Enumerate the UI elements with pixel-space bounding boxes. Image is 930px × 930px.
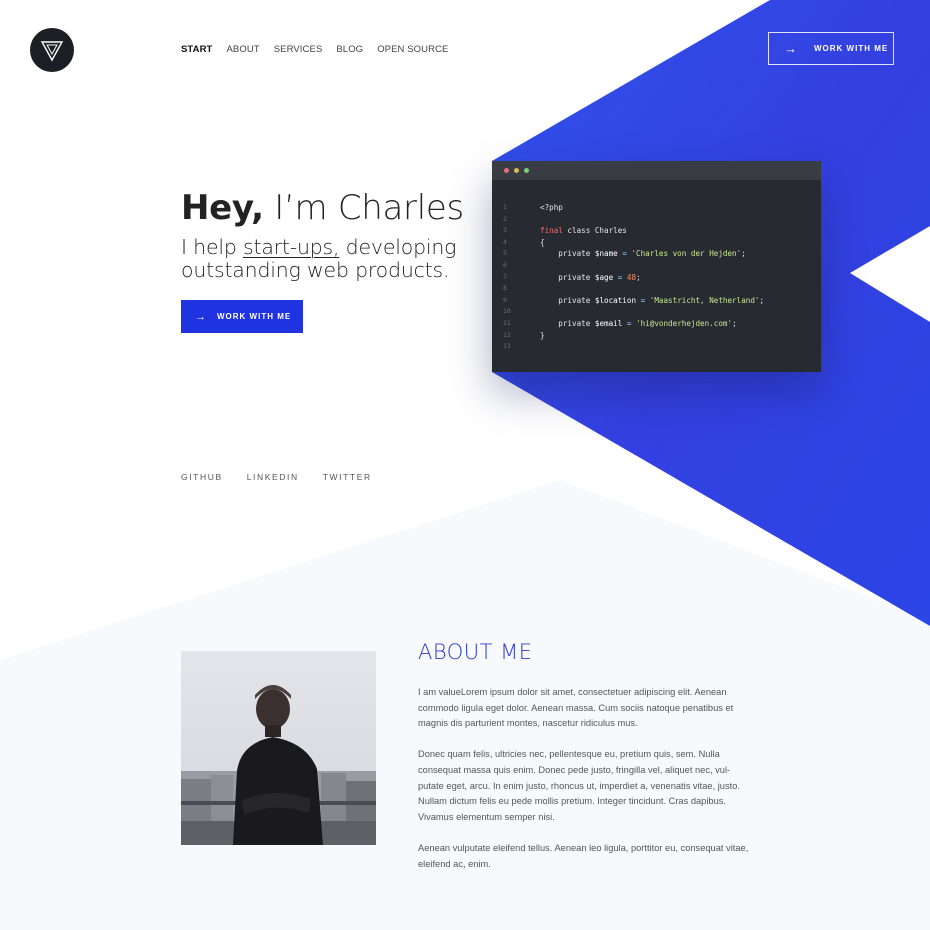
hero-cta-label: WORK WITH ME bbox=[217, 312, 292, 321]
code-line: 7 private $age = 48; bbox=[492, 272, 821, 284]
hero-subtitle-link[interactable]: start-ups, bbox=[243, 235, 340, 259]
code-line-number: 9 bbox=[503, 295, 507, 304]
code-line-number: 2 bbox=[503, 214, 507, 223]
code-line-content: final class Charles bbox=[540, 226, 627, 236]
hero-title: Hey, I’m Charles bbox=[181, 188, 464, 228]
code-line-content: private $age = 48; bbox=[540, 272, 641, 282]
social-linkedin-link[interactable]: LINKEDIN bbox=[247, 472, 299, 482]
arrow-right-icon: → bbox=[784, 41, 797, 56]
code-line: 3 final class Charles bbox=[492, 225, 821, 237]
arrow-right-icon: → bbox=[195, 310, 206, 323]
nav-services[interactable]: SERVICES bbox=[274, 44, 323, 55]
about-paragraph: Aenean vulputate eleifend tellus. Aenean… bbox=[418, 842, 749, 869]
code-line: 4{ bbox=[492, 237, 821, 249]
social-links: GITHUB LINKEDIN TWITTER bbox=[181, 472, 396, 482]
code-line-number: 12 bbox=[503, 330, 511, 339]
code-line-content: { bbox=[540, 237, 545, 247]
code-line: 12} bbox=[492, 330, 821, 342]
hero-subtitle-pre: I help bbox=[181, 235, 243, 259]
code-editor-window: 1 <?php 2 3 final class Charles 4{5 private $… bbox=[492, 161, 821, 372]
header-cta-label: WORK WITH ME bbox=[814, 44, 889, 53]
code-line-number: 6 bbox=[503, 260, 507, 269]
code-line: 10 bbox=[492, 306, 821, 318]
about-title: ABOUT ME bbox=[418, 640, 533, 664]
code-line: 5 private $name = 'Charles von der Hejde… bbox=[492, 248, 821, 260]
hero-title-rest: I’m Charles bbox=[263, 188, 464, 228]
social-github-link[interactable]: GITHUB bbox=[181, 472, 223, 482]
code-line-number: 5 bbox=[503, 249, 507, 258]
profile-photo-image bbox=[181, 651, 376, 845]
social-twitter-link[interactable]: TWITTER bbox=[323, 472, 372, 482]
code-line-content: private $location = 'Maastricht, Netherl… bbox=[540, 295, 765, 305]
code-line-number: 11 bbox=[503, 318, 511, 327]
header-work-with-me-button[interactable]: → WORK WITH ME bbox=[768, 32, 894, 65]
code-line-number: 7 bbox=[503, 272, 507, 281]
window-dot-yellow bbox=[514, 168, 519, 173]
code-line: 13 bbox=[492, 341, 821, 353]
code-line: 8 bbox=[492, 283, 821, 295]
hero-work-with-me-button[interactable]: → WORK WITH ME bbox=[181, 300, 303, 333]
window-dot-red bbox=[504, 168, 509, 173]
about-paragraph: Donec quam felis, ultricies nec, pellent… bbox=[418, 749, 740, 822]
nav-open-source[interactable]: OPEN SOURCE bbox=[377, 44, 448, 55]
nav-start[interactable]: START bbox=[181, 44, 212, 55]
window-dot-green bbox=[524, 168, 529, 173]
code-line-content: private $email = 'hi@vonderhejden.com'; bbox=[540, 318, 737, 328]
nav-about[interactable]: ABOUT bbox=[226, 44, 259, 55]
main-nav: START ABOUT SERVICES BLOG OPEN SOURCE bbox=[181, 44, 463, 55]
code-line-number: 1 bbox=[503, 203, 507, 211]
about-paragraph: I am valueLorem ipsum dolor sit amet, co… bbox=[418, 687, 734, 729]
code-line-number: 13 bbox=[503, 342, 511, 351]
code-line-number: 3 bbox=[503, 226, 507, 235]
code-body: 1 <?php 2 3 final class Charles 4{5 private $… bbox=[492, 180, 821, 353]
code-line-number: 10 bbox=[503, 307, 511, 316]
triangle-logo-icon bbox=[40, 41, 64, 62]
logo[interactable] bbox=[30, 28, 74, 72]
hero-subtitle: I help start-ups, developing outstanding… bbox=[181, 236, 481, 282]
about-text: I am valueLorem ipsum dolor sit amet, co… bbox=[418, 685, 753, 888]
code-line-content: } bbox=[540, 330, 545, 340]
code-line-content: <?php bbox=[540, 203, 563, 212]
code-line-content: private $name = 'Charles von der Hejden'… bbox=[540, 249, 746, 259]
code-line: 6 bbox=[492, 260, 821, 272]
nav-blog[interactable]: BLOG bbox=[336, 44, 363, 55]
code-line-number: 8 bbox=[503, 284, 507, 293]
code-window-titlebar bbox=[492, 161, 821, 180]
code-line: 9 private $location = 'Maastricht, Nethe… bbox=[492, 295, 821, 307]
hero-title-bold: Hey, bbox=[181, 188, 264, 228]
code-line: 11 private $email = 'hi@vonderhejden.com… bbox=[492, 318, 821, 330]
profile-photo bbox=[181, 651, 376, 845]
code-line-number: 4 bbox=[503, 237, 507, 246]
code-line: 1 <?php bbox=[492, 202, 821, 214]
code-line: 2 bbox=[492, 214, 821, 226]
